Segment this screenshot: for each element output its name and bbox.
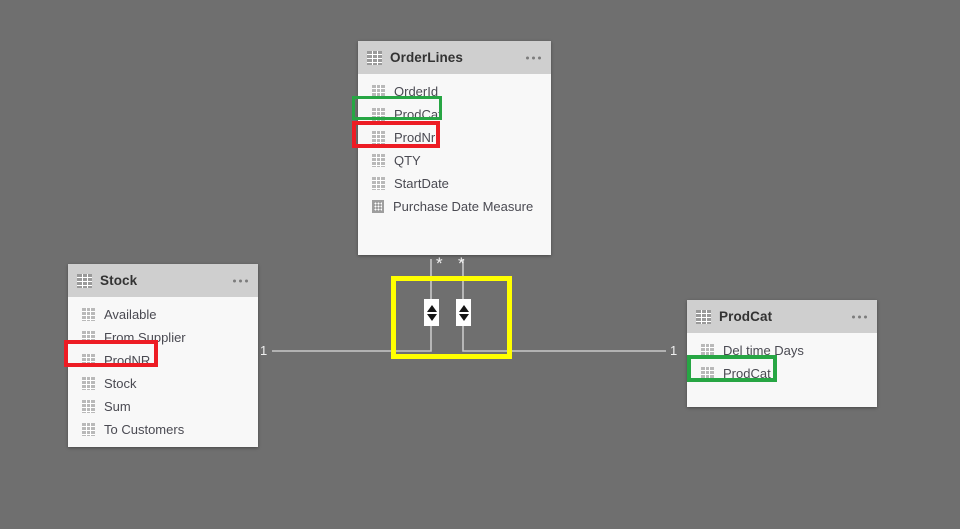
column-icon: [701, 344, 714, 357]
bidirectional-arrows-icon-right[interactable]: [456, 299, 471, 326]
table-icon: [696, 309, 711, 324]
column-icon: [82, 308, 95, 321]
table-header-prodcat[interactable]: ProdCat: [687, 300, 877, 333]
field-row-sum[interactable]: Sum: [68, 395, 258, 418]
table-title-stock: Stock: [100, 273, 138, 288]
bidirectional-arrows-icon-left[interactable]: [424, 299, 439, 326]
table-title-prodcat: ProdCat: [719, 309, 773, 324]
field-row-qty[interactable]: QTY: [358, 149, 551, 172]
field-row-prodcat[interactable]: ProdCat: [358, 103, 551, 126]
field-row-purchase-date-measure[interactable]: Purchase Date Measure: [358, 195, 551, 218]
field-row-prodnr[interactable]: ProdNR: [68, 349, 258, 372]
field-label: Purchase Date Measure: [393, 199, 534, 214]
field-label: ProdCat: [394, 107, 442, 122]
table-title-orderlines: OrderLines: [390, 50, 464, 65]
column-icon: [82, 377, 95, 390]
field-row-available[interactable]: Available: [68, 303, 258, 326]
relationship-line-stock-orderlines: [272, 259, 432, 352]
field-row-prodcat[interactable]: ProdCat: [687, 362, 877, 385]
column-icon: [82, 423, 95, 436]
field-row-del-time-days[interactable]: Del time Days: [687, 339, 877, 362]
column-icon: [701, 367, 714, 380]
table-card-stock[interactable]: Stock Available From Supplier ProdNR Sto…: [68, 264, 258, 447]
table-card-prodcat[interactable]: ProdCat Del time Days ProdCat: [687, 300, 877, 407]
table-fields-prodcat: Del time Days ProdCat: [687, 333, 877, 397]
more-options-icon-prodcat[interactable]: [852, 315, 867, 318]
field-label: OrderId: [394, 84, 439, 99]
field-row-to-customers[interactable]: To Customers: [68, 418, 258, 441]
field-label: Stock: [104, 376, 137, 391]
table-card-orderlines[interactable]: OrderLines OrderId ProdCat ProdNr QTY St…: [358, 41, 551, 255]
field-label: QTY: [394, 153, 421, 168]
field-label: ProdCat: [723, 366, 771, 381]
arrow-up-icon: [458, 304, 469, 312]
table-icon: [367, 50, 382, 65]
field-label: ProdNr: [394, 130, 436, 145]
field-label: From Supplier: [104, 330, 186, 345]
column-icon: [82, 400, 95, 413]
more-options-icon-orderlines[interactable]: [526, 56, 541, 59]
measure-icon: [372, 200, 384, 213]
cardinality-one-left: 1: [260, 343, 268, 358]
arrow-down-icon: [458, 313, 469, 321]
field-row-from-supplier[interactable]: From Supplier: [68, 326, 258, 349]
field-row-orderid[interactable]: OrderId: [358, 80, 551, 103]
table-header-orderlines[interactable]: OrderLines: [358, 41, 551, 74]
table-icon: [77, 273, 92, 288]
table-fields-stock: Available From Supplier ProdNR Stock Sum…: [68, 297, 258, 453]
field-row-prodnr[interactable]: ProdNr: [358, 126, 551, 149]
column-icon: [372, 131, 385, 144]
column-icon: [372, 108, 385, 121]
field-label: Available: [104, 307, 157, 322]
field-label: ProdNR: [104, 353, 151, 368]
column-icon: [82, 331, 95, 344]
field-row-startdate[interactable]: StartDate: [358, 172, 551, 195]
table-fields-orderlines: OrderId ProdCat ProdNr QTY StartDate Pur…: [358, 74, 551, 230]
column-icon: [372, 85, 385, 98]
field-label: To Customers: [104, 422, 185, 437]
column-icon: [372, 177, 385, 190]
more-options-icon-stock[interactable]: [233, 279, 248, 282]
field-label: Del time Days: [723, 343, 804, 358]
field-label: Sum: [104, 399, 131, 414]
column-icon: [82, 354, 95, 367]
arrow-up-icon: [426, 304, 437, 312]
arrow-down-icon: [426, 313, 437, 321]
cardinality-many-right: *: [458, 254, 465, 273]
field-row-stock[interactable]: Stock: [68, 372, 258, 395]
column-icon: [372, 154, 385, 167]
cardinality-many-left: *: [436, 254, 443, 273]
model-diagram-canvas[interactable]: * * 1 1 OrderLines OrderId ProdCat ProdN…: [0, 0, 960, 529]
highlight-relationship-arrows: [391, 276, 512, 359]
field-label: StartDate: [394, 176, 449, 191]
table-header-stock[interactable]: Stock: [68, 264, 258, 297]
cardinality-one-right: 1: [670, 343, 678, 358]
relationship-line-prodcat-orderlines: [462, 259, 666, 352]
